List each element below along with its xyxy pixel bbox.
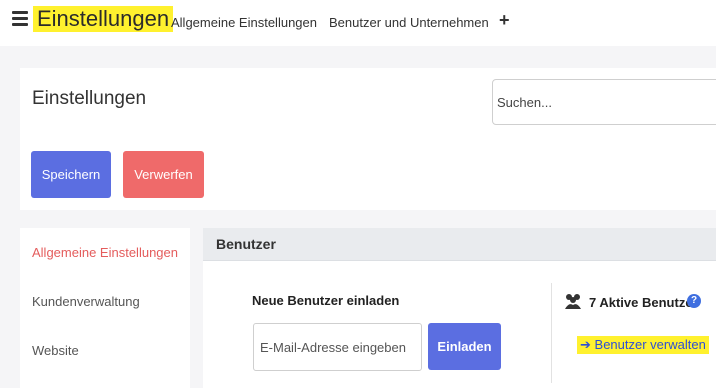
settings-header-card: Einstellungen Speichern Verwerfen: [20, 68, 716, 210]
email-field[interactable]: [253, 323, 422, 371]
section-header: Benutzer: [203, 228, 716, 261]
column-divider: [551, 283, 552, 383]
users-group-icon: [565, 294, 581, 309]
manage-users-label: Benutzer verwalten: [594, 337, 706, 352]
hamburger-menu-icon[interactable]: [12, 11, 28, 26]
invite-button[interactable]: Einladen: [428, 323, 501, 370]
discard-button[interactable]: Verwerfen: [123, 151, 204, 198]
sidebar-item-website[interactable]: Website: [32, 343, 79, 358]
active-users-count: 7 Aktive Benutzer: [589, 295, 698, 310]
manage-users-link[interactable]: ➔ Benutzer verwalten: [577, 336, 709, 354]
search-input[interactable]: [492, 79, 716, 125]
help-icon[interactable]: ?: [687, 294, 701, 308]
page-title: Einstellungen: [32, 88, 147, 109]
arrow-right-icon: ➔: [580, 337, 591, 352]
app-brand[interactable]: Einstellungen: [33, 6, 174, 32]
add-plus-icon[interactable]: +: [499, 10, 510, 31]
save-button[interactable]: Speichern: [31, 151, 111, 198]
invite-title: Neue Benutzer einladen: [252, 293, 400, 308]
sidebar-item-general-settings[interactable]: Allgemeine Einstellungen: [32, 245, 178, 260]
sidebar-item-customer-management[interactable]: Kundenverwaltung: [32, 294, 140, 309]
top-navbar: Einstellungen Allgemeine Einstellungen B…: [0, 0, 716, 46]
settings-sidebar: Allgemeine Einstellungen Kundenverwaltun…: [20, 228, 190, 388]
section-title: Benutzer: [216, 236, 276, 252]
users-panel: Benutzer Neue Benutzer einladen Einladen…: [203, 228, 716, 388]
nav-general-settings[interactable]: Allgemeine Einstellungen: [171, 15, 317, 30]
nav-users-companies[interactable]: Benutzer und Unternehmen: [329, 15, 489, 30]
